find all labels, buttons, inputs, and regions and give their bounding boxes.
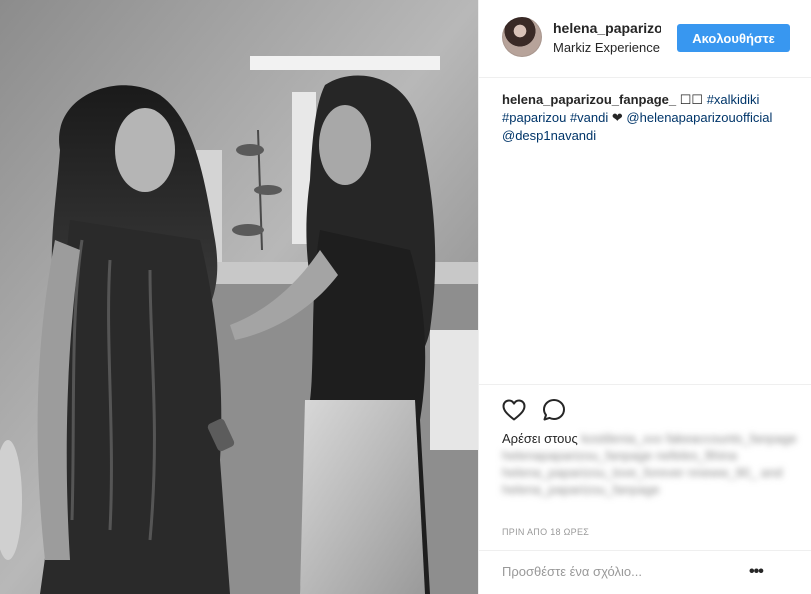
post-photo[interactable] — [0, 0, 478, 594]
hashtag-paparizou[interactable]: #paparizou — [502, 110, 566, 125]
likes-line: Αρέσει στους kostilenia_xxx fakeaccounts… — [502, 430, 798, 498]
post-caption: helena_paparizou_fanpage_ ☐☐ #xalkidiki … — [502, 91, 798, 145]
caption-author[interactable]: helena_paparizou_fanpage_ — [502, 92, 676, 107]
hashtag-vandi[interactable]: #vandi — [570, 110, 608, 125]
post-timestamp[interactable]: ΠΡΙΝ ΑΠΟ 18 ΩΡΕΣ — [502, 527, 589, 537]
hashtag-xalkidiki[interactable]: #xalkidiki — [707, 92, 760, 107]
follow-button[interactable]: Ακολουθήστε — [677, 24, 790, 52]
photo-black-and-white-two-women — [0, 0, 478, 594]
mention-helenapaparizouofficial[interactable]: @helenapaparizouofficial — [626, 110, 772, 125]
heart-outline-icon — [502, 399, 526, 421]
heart-emoji: ❤ — [611, 110, 623, 125]
action-bar — [479, 384, 811, 421]
more-options-button[interactable]: ••• — [749, 563, 764, 581]
caption-emoji: ☐☐ — [679, 92, 704, 107]
mention-desp1navandi[interactable]: @desp1navandi — [502, 128, 596, 143]
avatar[interactable] — [502, 17, 542, 57]
post-header: helena_paparizou Markiz Experience Ακολο… — [479, 0, 811, 78]
comment-input[interactable] — [502, 564, 752, 579]
speech-bubble-icon — [543, 399, 565, 421]
header-location[interactable]: Markiz Experience — [553, 40, 665, 55]
post-side-panel: helena_paparizou Markiz Experience Ακολο… — [478, 0, 811, 594]
comment-bar: ••• — [479, 550, 811, 594]
header-username[interactable]: helena_paparizou — [553, 20, 661, 36]
instagram-post: helena_paparizou Markiz Experience Ακολο… — [0, 0, 811, 594]
likes-prefix: Αρέσει στους — [502, 431, 578, 446]
like-button[interactable] — [501, 397, 527, 423]
comment-button[interactable] — [541, 397, 567, 423]
